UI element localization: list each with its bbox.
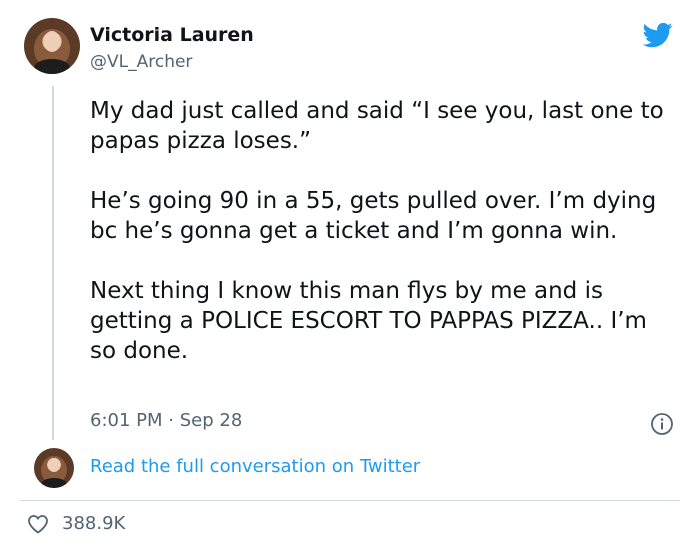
tweet-timestamp[interactable]: 6:01 PM · Sep 28 — [90, 410, 242, 431]
author-display-name[interactable]: Victoria Lauren — [90, 24, 254, 46]
author-avatar[interactable] — [24, 18, 80, 74]
avatar-face — [43, 31, 61, 52]
avatar-shirt — [34, 59, 70, 74]
conversation-avatar[interactable] — [34, 448, 74, 488]
tweet-paragraph: Next thing I know this man flys by me an… — [90, 278, 647, 364]
author-handle[interactable]: @VL_Archer — [90, 52, 192, 72]
tweet-text: My dad just called and said “I see you, … — [90, 96, 680, 396]
tweet-paragraph: My dad just called and said “I see you, … — [90, 98, 664, 154]
divider — [20, 500, 680, 501]
avatar-face — [48, 457, 60, 472]
avatar-shirt — [41, 477, 67, 488]
info-icon[interactable] — [650, 412, 674, 436]
thread-line — [52, 86, 54, 440]
twitter-bird-icon[interactable] — [640, 20, 676, 50]
meta-separator: · — [168, 410, 174, 431]
tweet-date[interactable]: Sep 28 — [180, 410, 243, 431]
like-count: 388.9K — [62, 513, 126, 534]
read-conversation-link[interactable]: Read the full conversation on Twitter — [90, 456, 420, 477]
tweet-time[interactable]: 6:01 PM — [90, 410, 163, 431]
heart-icon[interactable] — [26, 512, 50, 536]
tweet-paragraph: He’s going 90 in a 55, gets pulled over.… — [90, 188, 657, 244]
